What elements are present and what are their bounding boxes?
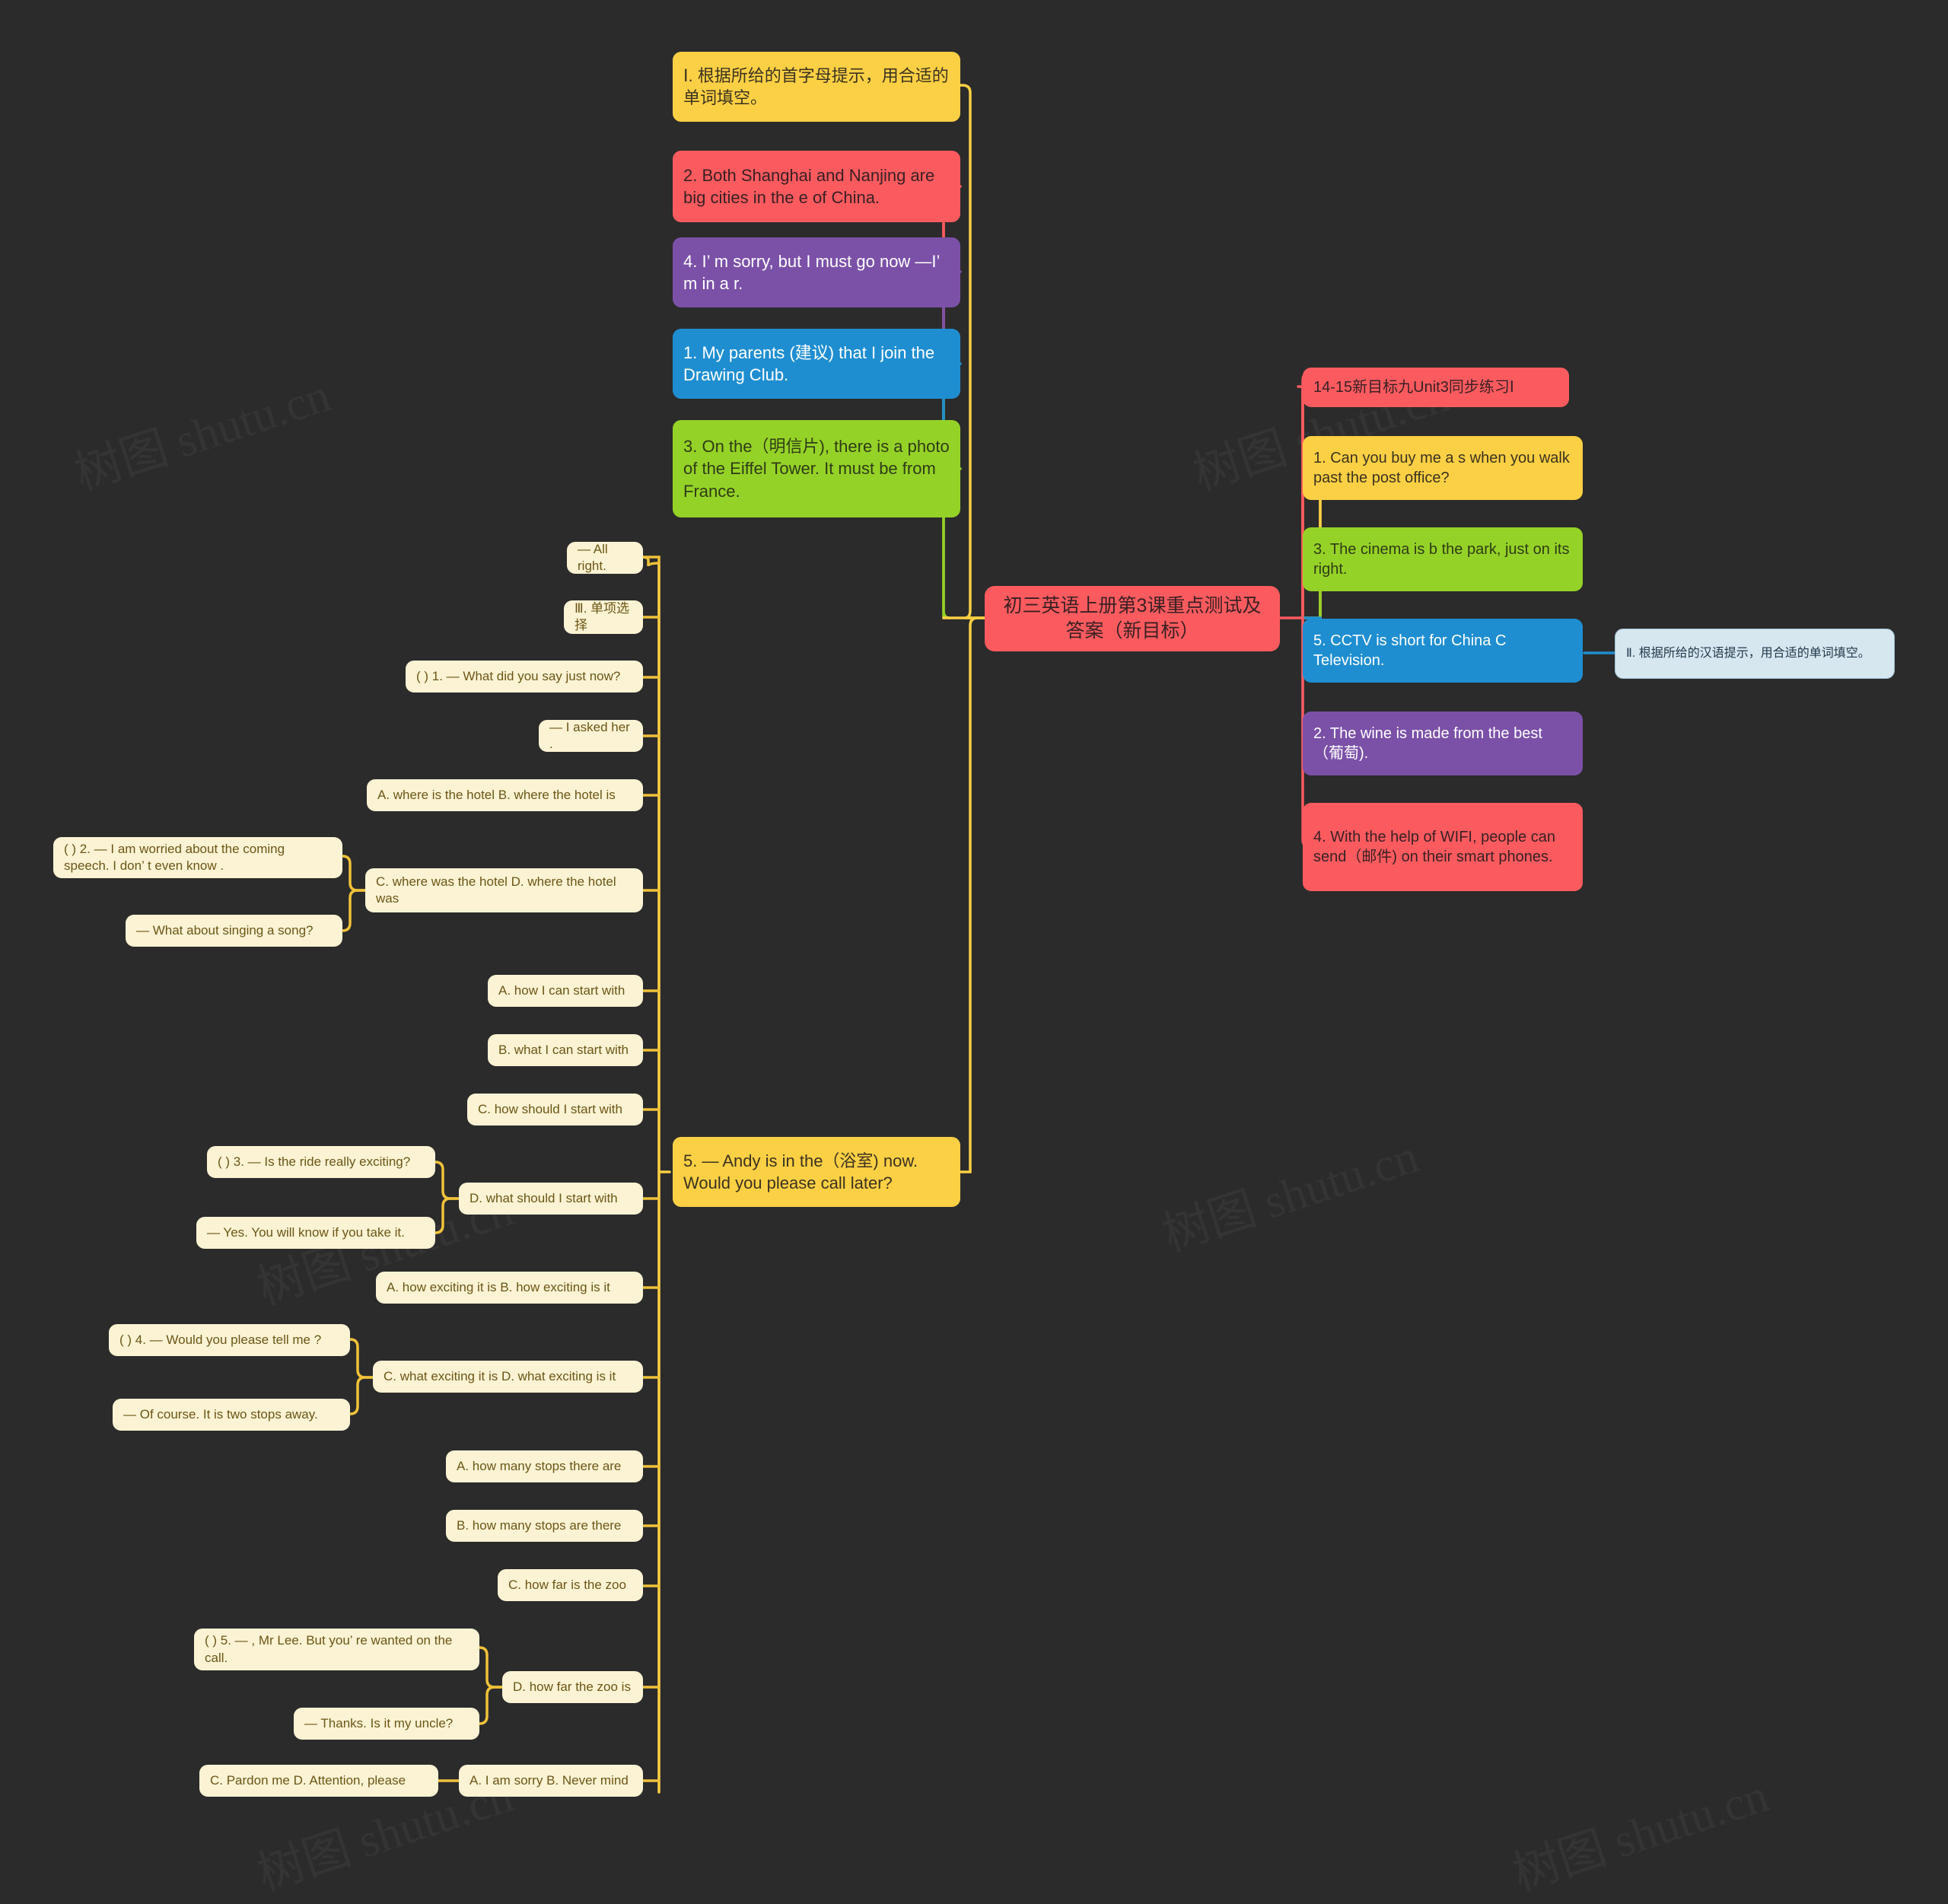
choice-node-q2-option-d[interactable]: D. what should I start with: [459, 1183, 643, 1215]
choice-node-q2-option-c[interactable]: C. how should I start with: [467, 1094, 643, 1126]
topic-node-label: 5. — Andy is in the（浴室) now. Would you p…: [683, 1151, 918, 1192]
choice-node-label: ( ) 5. — , Mr Lee. But you’ re wanted on…: [205, 1633, 453, 1665]
mindmap-canvas: 树图 shutu.cn 树图 shutu.cn 树图 shutu.cn 树图 s…: [0, 0, 1948, 1901]
choice-node-of-course-two-stops[interactable]: — Of course. It is two stops away.: [113, 1399, 350, 1431]
choice-node-q3-option-cd[interactable]: C. what exciting it is D. what exciting …: [373, 1361, 643, 1393]
right-node-label: 2. The wine is made from the best（葡萄).: [1313, 724, 1542, 762]
choice-node-label: C. how far is the zoo: [508, 1577, 626, 1592]
right-node-sentence-1[interactable]: 1. Can you buy me a s when you walk past…: [1303, 436, 1583, 500]
choice-node-label: — Yes. You will know if you take it.: [207, 1224, 405, 1240]
choice-node-yes-you-will-know[interactable]: — Yes. You will know if you take it.: [196, 1217, 435, 1249]
right-node-label: 14-15新目标九Unit3同步练习Ⅰ: [1313, 378, 1514, 396]
right-node-sentence-2[interactable]: 2. The wine is made from the best（葡萄).: [1303, 712, 1583, 775]
right-node-label: 3. The cinema is b the park, just on its…: [1313, 540, 1570, 578]
choice-node-q3-option-ab[interactable]: A. how exciting it is B. how exciting is…: [376, 1272, 643, 1304]
topic-node-label: 1. My parents (建议) that I join the Drawi…: [683, 342, 935, 384]
right-node-label: 1. Can you buy me a s when you walk past…: [1313, 449, 1570, 486]
choice-node-question-4[interactable]: ( ) 4. — Would you please tell me ?: [109, 1324, 350, 1356]
topic-node-sentence-5[interactable]: 5. — Andy is in the（浴室) now. Would you p…: [673, 1137, 960, 1207]
choice-node-all-right[interactable]: — All right.: [567, 542, 643, 574]
choice-node-label: A. how I can start with: [498, 982, 625, 998]
topic-node-roman-one[interactable]: Ⅰ. 根据所给的首字母提示，用合适的单词填空。: [673, 52, 960, 122]
choice-node-label: A. where is the hotel B. where the hotel…: [377, 787, 616, 802]
choice-node-q5-option-ab[interactable]: A. I am sorry B. Never mind: [459, 1765, 643, 1797]
choice-node-label: B. what I can start with: [498, 1042, 629, 1057]
choice-node-label: — What about singing a song?: [136, 922, 314, 938]
topic-node-sentence-3[interactable]: 3. On the（明信片), there is a photo of the …: [673, 420, 960, 517]
choice-node-i-asked-her[interactable]: — I asked her .: [539, 720, 643, 752]
topic-node-sentence-1[interactable]: 1. My parents (建议) that I join the Drawi…: [673, 329, 960, 399]
choice-node-label: D. how far the zoo is: [513, 1679, 631, 1694]
choice-node-q1-option-cd[interactable]: C. where was the hotel D. where the hote…: [365, 868, 643, 912]
right-subnode-label: Ⅱ. 根据所给的汉语提示，用合适的单词填空。: [1626, 647, 1870, 661]
watermark: 树图 shutu.cn: [65, 356, 338, 503]
choice-node-label: C. how should I start with: [478, 1101, 622, 1116]
topic-node-sentence-2[interactable]: 2. Both Shanghai and Nanjing are big cit…: [673, 151, 960, 222]
choice-node-label: ( ) 2. — I am worried about the coming s…: [64, 841, 285, 873]
choice-node-label: B. how many stops are there: [457, 1517, 622, 1533]
right-subnode-roman-two[interactable]: Ⅱ. 根据所给的汉语提示，用合适的单词填空。: [1615, 629, 1895, 679]
choice-node-label: ( ) 3. — Is the ride really exciting?: [218, 1154, 411, 1169]
choice-node-question-1[interactable]: ( ) 1. — What did you say just now?: [406, 661, 643, 693]
right-node-unit3-practice[interactable]: 14-15新目标九Unit3同步练习Ⅰ: [1303, 368, 1569, 407]
choice-node-label: C. Pardon me D. Attention, please: [210, 1772, 406, 1788]
right-node-sentence-3[interactable]: 3. The cinema is b the park, just on its…: [1303, 527, 1583, 591]
choice-node-q4-option-d[interactable]: D. how far the zoo is: [502, 1671, 643, 1703]
choice-node-q2-option-b[interactable]: B. what I can start with: [488, 1034, 643, 1066]
choice-node-what-about-singing[interactable]: — What about singing a song?: [126, 915, 342, 947]
choice-node-label: — All right.: [578, 541, 608, 573]
central-topic-label: 初三英语上册第3课重点测试及答案（新目标）: [1003, 595, 1262, 642]
central-topic-node[interactable]: 初三英语上册第3课重点测试及答案（新目标）: [985, 586, 1280, 651]
choice-node-label: A. I am sorry B. Never mind: [469, 1772, 629, 1788]
topic-node-label: 4. I’ m sorry, but I must go now —I’ m i…: [683, 251, 940, 293]
choice-node-label: ( ) 4. — Would you please tell me ?: [119, 1332, 322, 1347]
topic-node-label: Ⅰ. 根据所给的首字母提示，用合适的单词填空。: [683, 65, 949, 107]
right-node-label: 5. CCTV is short for China C Television.: [1313, 632, 1507, 669]
watermark: 树图 shutu.cn: [1503, 1756, 1776, 1903]
topic-node-label: 3. On the（明信片), there is a photo of the …: [683, 437, 950, 501]
topic-node-sentence-4[interactable]: 4. I’ m sorry, but I must go now —I’ m i…: [673, 237, 960, 307]
right-node-sentence-4[interactable]: 4. With the help of WIFI, people can sen…: [1303, 803, 1583, 891]
choice-node-question-5[interactable]: ( ) 5. — , Mr Lee. But you’ re wanted on…: [194, 1629, 479, 1670]
watermark: 树图 shutu.cn: [1153, 1117, 1426, 1264]
choice-node-q2-option-a[interactable]: A. how I can start with: [488, 975, 643, 1007]
choice-node-label: — Thanks. Is it my uncle?: [304, 1715, 454, 1730]
choice-node-q4-option-c[interactable]: C. how far is the zoo: [498, 1569, 643, 1601]
choice-node-q1-option-ab[interactable]: A. where is the hotel B. where the hotel…: [367, 779, 643, 811]
choice-node-question-2[interactable]: ( ) 2. — I am worried about the coming s…: [53, 837, 342, 878]
choice-node-label: C. where was the hotel D. where the hote…: [376, 874, 616, 906]
choice-node-label: Ⅲ. 单项选择: [575, 600, 630, 632]
choice-node-label: A. how many stops there are: [457, 1458, 622, 1473]
choice-node-section-three[interactable]: Ⅲ. 单项选择: [564, 600, 643, 634]
choice-node-label: — I asked her .: [549, 719, 630, 751]
choice-node-label: A. how exciting it is B. how exciting is…: [387, 1279, 610, 1294]
right-node-sentence-5[interactable]: 5. CCTV is short for China C Television.: [1303, 619, 1583, 683]
choice-node-q4-option-a[interactable]: A. how many stops there are: [446, 1450, 643, 1482]
choice-node-label: ( ) 1. — What did you say just now?: [416, 668, 621, 683]
right-node-label: 4. With the help of WIFI, people can sen…: [1313, 828, 1555, 865]
choice-node-label: D. what should I start with: [469, 1190, 618, 1205]
choice-node-q4-option-b[interactable]: B. how many stops are there: [446, 1510, 643, 1542]
choice-node-thanks-is-it-my-uncle[interactable]: — Thanks. Is it my uncle?: [294, 1708, 479, 1740]
topic-node-label: 2. Both Shanghai and Nanjing are big cit…: [683, 165, 935, 207]
choice-node-label: — Of course. It is two stops away.: [123, 1406, 318, 1422]
choice-node-question-3[interactable]: ( ) 3. — Is the ride really exciting?: [207, 1146, 435, 1178]
choice-node-q5-option-cd[interactable]: C. Pardon me D. Attention, please: [199, 1765, 438, 1797]
choice-node-label: C. what exciting it is D. what exciting …: [384, 1368, 616, 1383]
